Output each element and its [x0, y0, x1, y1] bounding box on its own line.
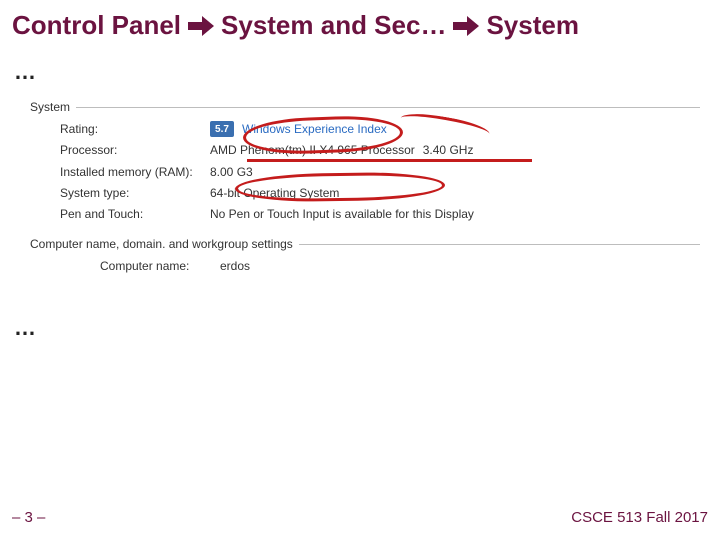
pen-row: Pen and Touch: No Pen or Touch Input is …: [60, 206, 700, 222]
system-header-label: System: [30, 99, 70, 115]
page-number: – 3 –: [12, 509, 45, 526]
pen-label: Pen and Touch:: [60, 206, 200, 222]
slide: Control Panel System and Sec… System … S…: [0, 0, 720, 540]
processor-speed: 3.40 GHz: [423, 142, 474, 158]
arrow-right-icon: [187, 14, 215, 38]
ram-value: 8.00 G3: [210, 164, 700, 180]
ram-label: Installed memory (RAM):: [60, 164, 200, 180]
system-panel: System Rating: 5.7 Windows Experience In…: [30, 99, 700, 275]
rating-label: Rating:: [60, 121, 200, 137]
course-label: CSCE 513 Fall 2017: [571, 509, 708, 526]
slide-footer: – 3 – CSCE 513 Fall 2017: [12, 509, 708, 526]
system-section-header: System: [30, 99, 700, 115]
processor-row: Processor: AMD Phenom(tm) II X4 965 Proc…: [60, 142, 700, 158]
rating-value: 5.7 Windows Experience Index: [210, 121, 700, 137]
ram-row: Installed memory (RAM): 8.00 G3: [60, 164, 700, 180]
ellipsis-bottom: …: [14, 315, 706, 341]
slide-title: Control Panel System and Sec… System: [12, 10, 708, 41]
systype-label: System type:: [60, 185, 200, 201]
systype-row: System type: 64-bit Operating System: [60, 185, 700, 201]
processor-value: AMD Phenom(tm) II X4 965 Processor 3.40 …: [210, 142, 700, 158]
systype-value: 64-bit Operating System: [210, 185, 700, 201]
breadcrumb-part-2: System and Sec…: [221, 10, 446, 41]
computer-name-value: erdos: [220, 258, 250, 274]
computer-name-row: Computer name: erdos: [100, 258, 700, 274]
computer-header-label: Computer name, domain. and workgroup set…: [30, 236, 293, 252]
processor-label: Processor:: [60, 142, 200, 158]
rating-badge: 5.7: [210, 121, 234, 137]
rating-row: Rating: 5.7 Windows Experience Index: [60, 121, 700, 137]
arrow-right-icon: [452, 14, 480, 38]
breadcrumb-part-1: Control Panel: [12, 10, 181, 41]
pen-value: No Pen or Touch Input is available for t…: [210, 206, 700, 222]
wei-link[interactable]: Windows Experience Index: [242, 121, 387, 137]
divider: [299, 244, 700, 245]
processor-text: AMD Phenom(tm) II X4 965 Processor: [210, 142, 415, 158]
computer-name-label: Computer name:: [100, 258, 210, 274]
breadcrumb-part-3: System: [486, 10, 579, 41]
ellipsis-top: …: [14, 59, 706, 85]
divider: [76, 107, 700, 108]
computer-section-header: Computer name, domain. and workgroup set…: [30, 236, 700, 252]
